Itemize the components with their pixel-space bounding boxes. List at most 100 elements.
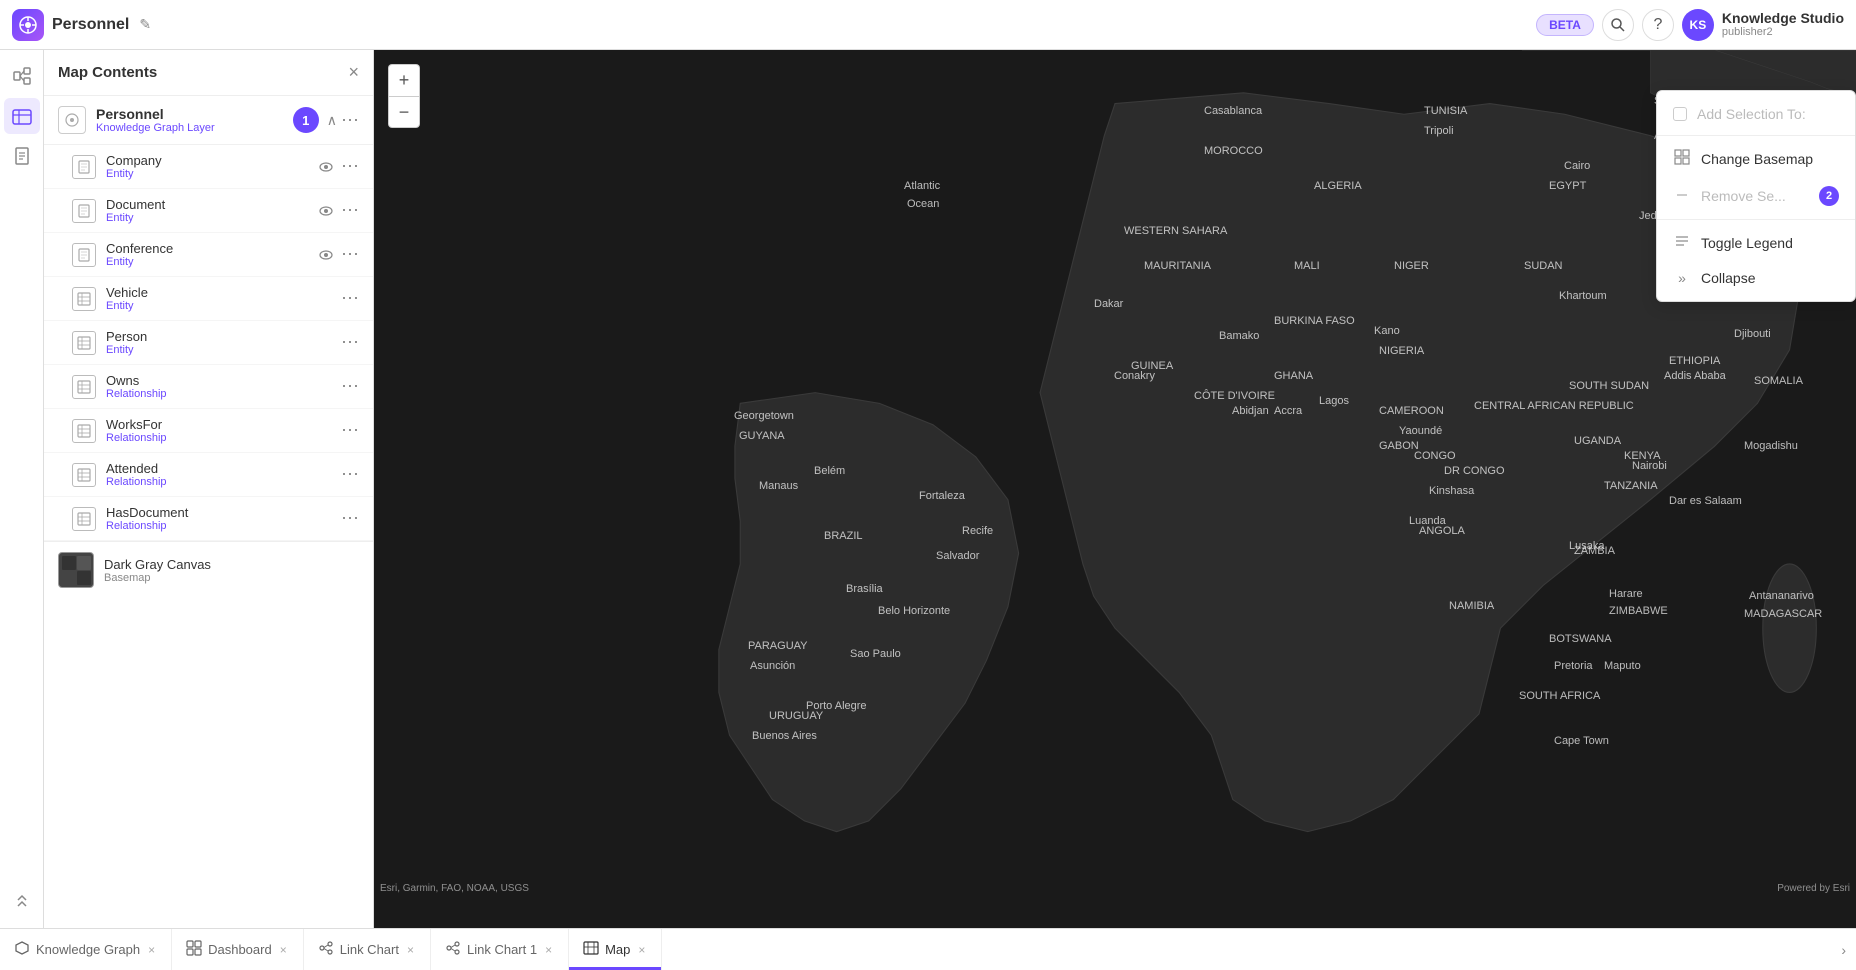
layer-group-more-button[interactable]: ⋯ (341, 110, 359, 131)
layer-item: Attended Relationship ⋯ (44, 453, 373, 497)
topbar: Personnel ✎ BETA ? KS Knowledge Studio p… (0, 0, 1856, 50)
basemap-section: Dark Gray Canvas Basemap (44, 541, 373, 598)
layer-item-more-button[interactable]: ⋯ (341, 288, 359, 309)
layer-item-info: Owns Relationship (106, 373, 341, 400)
change-basemap-icon (1673, 149, 1691, 168)
layer-item-name: Owns (106, 373, 341, 388)
layer-item-type: Relationship (106, 520, 341, 532)
layer-item-more-button[interactable]: ⋯ (341, 420, 359, 441)
layer-group-sub: Knowledge Graph Layer (96, 122, 293, 134)
layer-item-more-button[interactable]: ⋯ (341, 464, 359, 485)
bottom-tabs: Knowledge Graph × Dashboard × Link Chart… (0, 928, 1856, 970)
zoom-out-button[interactable]: − (388, 96, 420, 128)
tab-close-button[interactable]: × (146, 943, 157, 957)
toggle-legend-icon (1673, 233, 1691, 252)
layer-item-name: Attended (106, 461, 341, 476)
layer-item-name: Conference (106, 241, 319, 256)
layer-visibility-button[interactable] (319, 203, 333, 219)
tab-label: Dashboard (208, 942, 272, 957)
tabs-container: Knowledge Graph × Dashboard × Link Chart… (0, 929, 662, 970)
layer-item: Document Entity ⋯ (44, 189, 373, 233)
zoom-in-button[interactable]: + (388, 64, 420, 96)
add-selection-checkbox[interactable] (1673, 107, 1687, 121)
sidebar-icon-map[interactable] (4, 98, 40, 134)
layer-item-name: HasDocument (106, 505, 341, 520)
basemap-info: Dark Gray Canvas Basemap (104, 557, 359, 584)
layer-item: HasDocument Relationship ⋯ (44, 497, 373, 541)
layer-item-name: Document (106, 197, 319, 212)
context-menu: Add Selection To: Change Basemap Remove … (1656, 90, 1856, 302)
collapse-label: Collapse (1701, 270, 1755, 286)
map-contents-header: Map Contents × (44, 50, 373, 96)
sidebar-collapse-button[interactable] (4, 884, 40, 920)
layer-item-more-button[interactable]: ⋯ (341, 244, 359, 265)
beta-badge: BETA (1536, 14, 1594, 36)
tab-icon (14, 940, 30, 959)
tab-map[interactable]: Map × (569, 929, 662, 970)
layer-group-header: Personnel Knowledge Graph Layer 1 ∧ ⋯ (44, 96, 373, 145)
tab-icon (583, 940, 599, 959)
tab-icon (445, 940, 461, 959)
layer-item-icon (72, 375, 96, 399)
tab-close-button[interactable]: × (543, 943, 554, 957)
layer-chevron-icon[interactable]: ∧ (327, 112, 337, 129)
layer-item-info: Person Entity (106, 329, 341, 356)
help-button[interactable]: ? (1642, 9, 1674, 41)
context-menu-divider-1 (1657, 135, 1855, 136)
layer-item-icon (72, 419, 96, 443)
sidebar-icon-connections[interactable] (4, 58, 40, 94)
tabs-scroll-right[interactable]: › (1831, 929, 1856, 970)
basemap-thumbnail (58, 552, 94, 588)
tab-dashboard[interactable]: Dashboard × (172, 929, 304, 970)
sidebar-icon-notebook[interactable] (4, 138, 40, 174)
layer-item-more-button[interactable]: ⋯ (341, 376, 359, 397)
change-basemap-label: Change Basemap (1701, 151, 1813, 167)
edit-title-icon[interactable]: ✎ (139, 16, 151, 33)
layer-visibility-button[interactable] (319, 247, 333, 263)
sidebar-icons (0, 50, 44, 928)
layer-item-type: Entity (106, 300, 341, 312)
layer-item: Owns Relationship ⋯ (44, 365, 373, 409)
layer-item-info: Company Entity (106, 153, 319, 180)
help-icon: ? (1653, 16, 1662, 34)
map-background (374, 50, 1856, 928)
tab-link-chart-1[interactable]: Link Chart 1 × (431, 929, 569, 970)
layer-group-name: Personnel (96, 106, 293, 122)
tab-close-button[interactable]: × (636, 943, 647, 957)
search-button[interactable] (1602, 9, 1634, 41)
layer-item: Vehicle Entity ⋯ (44, 277, 373, 321)
avatar: KS (1682, 9, 1714, 41)
tab-icon (186, 940, 202, 959)
tab-link-chart[interactable]: Link Chart × (304, 929, 431, 970)
layer-item-name: WorksFor (106, 417, 341, 432)
layer-item-type: Entity (106, 168, 319, 180)
layer-item-info: Document Entity (106, 197, 319, 224)
layer-item-info: HasDocument Relationship (106, 505, 341, 532)
layer-item-type: Entity (106, 256, 319, 268)
layer-item-more-button[interactable]: ⋯ (341, 332, 359, 353)
map-area[interactable]: AtlanticOceanCasablancaMOROCCOTUNISIATri… (374, 50, 1856, 928)
layer-item-icon (72, 331, 96, 355)
layer-item-more-button[interactable]: ⋯ (341, 200, 359, 221)
context-menu-change-basemap[interactable]: Change Basemap (1657, 140, 1855, 177)
layer-item-more-button[interactable]: ⋯ (341, 508, 359, 529)
layer-item-icon (72, 463, 96, 487)
main-area: Map Contents × Personnel Knowledge Graph… (0, 50, 1856, 928)
layer-visibility-button[interactable] (319, 159, 333, 175)
context-menu-collapse[interactable]: » Collapse (1657, 261, 1855, 295)
layer-item-icon (72, 507, 96, 531)
app-title: Personnel (52, 16, 129, 34)
layer-item-type: Relationship (106, 388, 341, 400)
map-contents-close-button[interactable]: × (348, 62, 359, 83)
layer-item-more-button[interactable]: ⋯ (341, 156, 359, 177)
tab-close-button[interactable]: × (278, 943, 289, 957)
tab-knowledge-graph[interactable]: Knowledge Graph × (0, 929, 172, 970)
user-info: Knowledge Studio publisher2 (1722, 10, 1844, 40)
basemap-name: Dark Gray Canvas (104, 557, 359, 572)
tab-close-button[interactable]: × (405, 943, 416, 957)
tab-icon (318, 940, 334, 959)
map-attribution-left: Esri, Garmin, FAO, NOAA, USGS (380, 883, 529, 894)
user-name: Knowledge Studio (1722, 10, 1844, 27)
tab-label: Link Chart 1 (467, 942, 537, 957)
context-menu-toggle-legend[interactable]: Toggle Legend (1657, 224, 1855, 261)
